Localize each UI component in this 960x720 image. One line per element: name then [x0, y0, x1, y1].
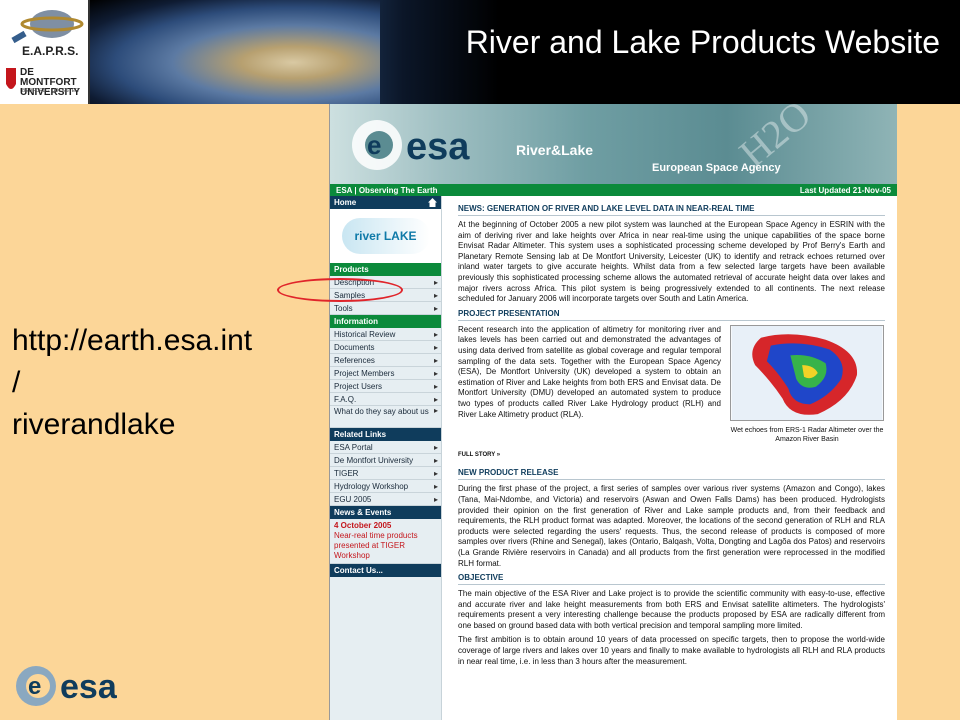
sidebar-item-tiger[interactable]: TIGER — [330, 467, 441, 480]
topbar-breadcrumb[interactable]: ESA | Observing The Earth — [336, 186, 438, 195]
last-updated: Last Updated 21-Nov-05 — [799, 185, 891, 195]
new-product-release-paragraph: During the first phase of the project, a… — [458, 484, 885, 568]
slide-title: River and Lake Products Website — [465, 24, 940, 60]
full-story-link[interactable]: FULL STORY » — [458, 450, 885, 461]
svg-text:e: e — [28, 673, 41, 700]
sidebar-home[interactable]: Home — [330, 196, 441, 209]
sidebar-item-egu-2005[interactable]: EGU 2005 — [330, 493, 441, 506]
site-content: NEWS: GENERATION OF RIVER AND LAKE LEVEL… — [442, 196, 897, 720]
sidebar-item-tools[interactable]: Tools — [330, 302, 441, 315]
sidebar-item-documents[interactable]: Documents — [330, 341, 441, 354]
earth-image — [90, 0, 380, 104]
satellite-icon — [11, 10, 84, 44]
sidebar-head-products: Products — [330, 263, 441, 276]
river-lake-logo: river LAKE — [341, 218, 430, 254]
esa-logo-icon: e esa — [16, 666, 118, 706]
sidebar-item-esa-portal[interactable]: ESA Portal — [330, 441, 441, 454]
eaprs-logo-text: E.A.P.R.S. — [22, 44, 79, 58]
objective-paragraph-2: The first ambition is to obtain around 1… — [458, 635, 885, 666]
project-presentation-paragraph: Recent research into the application of … — [458, 324, 721, 419]
website-url: http://earth.esa.int / riverandlake — [12, 324, 253, 441]
sidebar-head-news-events[interactable]: News & Events — [330, 506, 441, 519]
news-text: Near-real time products presented at TIG… — [334, 531, 418, 560]
new-product-release-heading: NEW PRODUCT RELEASE — [458, 468, 885, 481]
esa-mark-icon: e — [352, 120, 402, 170]
site-section-title: River&Lake — [516, 142, 594, 158]
slide-header: E.A.P.R.S. DE MONTFORT UNIVERSITY BEDFOR… — [0, 0, 960, 104]
home-icon — [428, 198, 437, 207]
objective-paragraph-1: The main objective of the ESA River and … — [458, 589, 885, 630]
news-date: 4 October 2005 — [334, 521, 392, 530]
map-caption: Wet echoes from ERS-1 Radar Altimeter ov… — [730, 426, 884, 443]
site-topbar: ESA | Observing The Earth Last Updated 2… — [330, 184, 897, 196]
project-presentation-heading: PROJECT PRESENTATION — [458, 309, 885, 321]
sidebar-head-related-links: Related Links — [330, 428, 441, 441]
sidebar-head-information: Information — [330, 315, 441, 328]
sidebar-item-project-users[interactable]: Project Users — [330, 380, 441, 393]
sidebar-item-project-members[interactable]: Project Members — [330, 367, 441, 380]
sidebar-item-historical-review[interactable]: Historical Review — [330, 328, 441, 341]
sidebar-logo: river LAKE — [330, 209, 441, 263]
sidebar-item-dmu[interactable]: De Montfort University — [330, 454, 441, 467]
site-banner: e esa River&Lake European Space Agency H… — [330, 104, 897, 184]
amazon-echo-map[interactable] — [730, 324, 884, 421]
site-sidebar: Home river LAKE Products Description Sam… — [330, 196, 442, 720]
dmu-logo-subtext: BEDFORD · LEICESTER — [22, 88, 79, 94]
news-heading: NEWS: GENERATION OF RIVER AND LAKE LEVEL… — [458, 204, 885, 216]
sidebar-item-faq[interactable]: F.A.Q. — [330, 393, 441, 406]
esa-logo: e esa — [14, 664, 134, 708]
site-brand: esa — [406, 126, 470, 168]
logo-panel: E.A.P.R.S. DE MONTFORT UNIVERSITY BEDFOR… — [0, 0, 90, 104]
samples-highlight-ellipse — [277, 278, 403, 302]
news-paragraph: At the beginning of October 2005 a new p… — [458, 220, 885, 304]
sidebar-item-references[interactable]: References — [330, 354, 441, 367]
sidebar-contact-us[interactable]: Contact Us... — [330, 564, 441, 577]
sidebar-news-item[interactable]: 4 October 2005 Near-real time products p… — [330, 519, 441, 564]
sidebar-item-what-they-say[interactable]: What do they say about us — [330, 406, 441, 428]
svg-text:esa: esa — [60, 668, 118, 706]
website-screenshot: e esa River&Lake European Space Agency H… — [329, 104, 897, 720]
objective-heading: OBJECTIVE — [458, 573, 885, 586]
svg-text:e: e — [367, 130, 381, 160]
sidebar-item-hydrology-workshop[interactable]: Hydrology Workshop — [330, 480, 441, 493]
dmu-crest-icon — [6, 68, 16, 89]
amazon-map-figure: Wet echoes from ERS-1 Radar Altimeter ov… — [729, 324, 885, 444]
